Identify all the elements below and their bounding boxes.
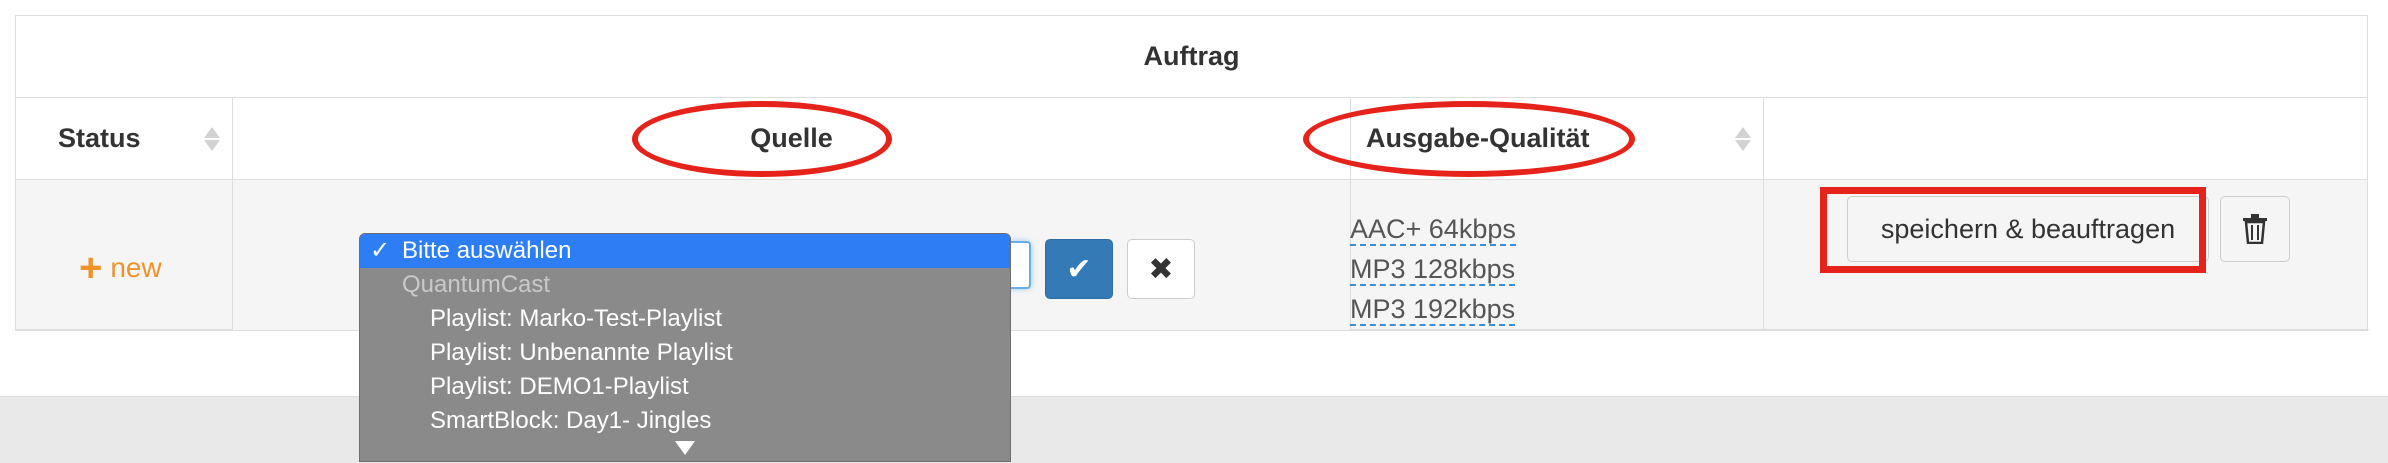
column-header-status[interactable]: Status	[16, 98, 233, 179]
dropdown-group-label: QuantumCast	[402, 271, 551, 298]
save-and-order-button[interactable]: speichern & beauftragen	[1847, 196, 2209, 262]
dropdown-option[interactable]: Playlist: Marko-Test-Playlist	[360, 302, 1010, 336]
quality-option[interactable]: MP3 128kbps	[1350, 249, 1516, 289]
delete-button[interactable]	[2220, 196, 2290, 262]
sort-icon[interactable]	[204, 126, 220, 151]
source-dropdown-list[interactable]: ✓ Bitte auswählen QuantumCast Playlist: …	[359, 233, 1011, 462]
confirm-button[interactable]: ✔	[1045, 239, 1113, 299]
dropdown-option[interactable]: Playlist: DEMO1-Playlist	[360, 370, 1010, 404]
scroll-down-arrow-icon[interactable]	[675, 441, 695, 455]
checkmark-icon: ✓	[370, 237, 391, 264]
column-header-actions	[1764, 98, 2369, 179]
table-title: Auftrag	[16, 16, 2367, 98]
trash-icon	[2243, 214, 2267, 244]
column-header-status-label: Status	[58, 123, 141, 153]
column-header-source: Quelle	[233, 98, 1351, 179]
checkmark-icon: ✔	[1066, 252, 1092, 286]
column-header-source-label: Quelle	[750, 123, 833, 153]
dropdown-option[interactable]: SmartBlock: Day1- Jingles	[360, 404, 1010, 438]
quality-option[interactable]: MP3 192kbps	[1350, 289, 1516, 329]
cancel-button[interactable]: ✖	[1127, 239, 1195, 299]
column-header-quality[interactable]: Ausgabe-Qualität	[1351, 98, 1764, 179]
column-header-quality-label: Ausgabe-Qualität	[1366, 123, 1590, 153]
quality-option[interactable]: AAC+ 64kbps	[1350, 209, 1516, 249]
sort-icon[interactable]	[1735, 126, 1751, 151]
table-header-row: Status Quelle Ausgabe-Qualität	[16, 98, 2367, 180]
dropdown-option[interactable]: Playlist: Unbenannte Playlist	[360, 336, 1010, 370]
dropdown-option-selected[interactable]: ✓ Bitte auswählen	[360, 234, 1010, 268]
close-icon: ✖	[1148, 252, 1174, 286]
quality-options: AAC+ 64kbps MP3 128kbps MP3 192kbps	[1350, 209, 1516, 329]
